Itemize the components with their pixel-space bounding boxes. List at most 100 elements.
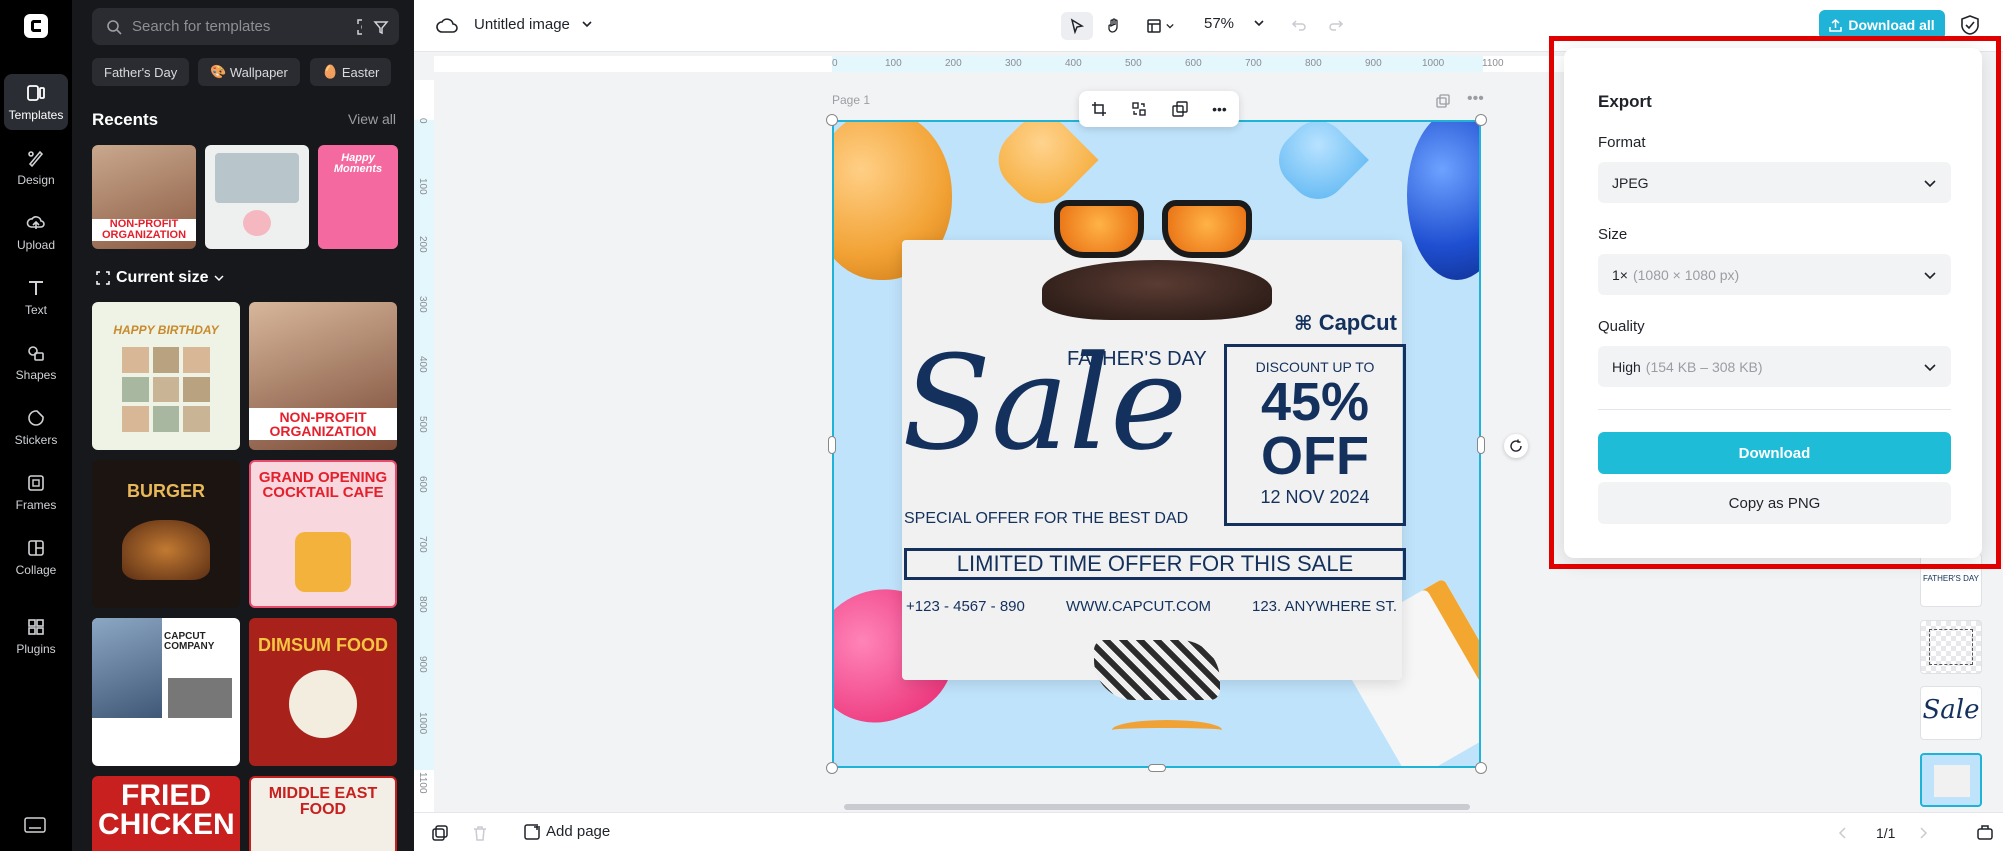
template-card[interactable]: HAPPY BIRTHDAY [92,302,240,450]
rail-frames[interactable]: Frames [4,464,68,520]
upload-icon [26,215,45,229]
trash-icon[interactable] [472,825,488,841]
ruler-tick: 300 [1005,58,1022,69]
download-all-button[interactable]: Download all [1819,10,1945,40]
quality-value: High [1612,358,1641,375]
rail-frames-label: Frames [15,497,57,512]
rail-stickers-label: Stickers [14,432,58,447]
hand-tool[interactable] [1098,12,1130,40]
rail-collage[interactable]: Collage [4,529,68,585]
resize-handle[interactable] [1475,114,1487,126]
current-size-toggle[interactable]: Current size [96,269,224,287]
quality-select[interactable]: High (154 KB – 308 KB) [1598,346,1951,387]
ruler-tick: 800 [417,596,428,613]
rail-design[interactable]: Design [4,139,68,195]
export-divider [1598,409,1951,410]
rail-text[interactable]: Text [4,269,68,325]
resize-handle[interactable] [1477,436,1485,454]
recent-thumb-2[interactable] [205,145,309,249]
ruler-tick: 400 [1065,58,1082,69]
zoom-value: 57% [1204,15,1235,32]
page-counter: 1/1 [1876,825,1896,841]
template-card-title: NON-PROFIT ORGANIZATION [249,408,397,440]
ruler-tick: 1000 [417,712,428,735]
ruler-tick: 600 [1185,58,1202,69]
template-card[interactable]: CAPCUT COMPANY [92,618,240,766]
rail-stickers[interactable]: Stickers [4,399,68,455]
layers-icon[interactable] [1976,824,1994,840]
ruler-tick: 500 [417,416,428,433]
recent-thumb-3-title: Happy Moments [333,152,383,175]
chip-easter-label: Easter [341,64,380,80]
hand-icon [1108,18,1118,33]
resize-handle[interactable] [826,762,838,774]
crop-icon[interactable] [1091,101,1107,117]
size-value: 1× [1612,266,1628,283]
next-page-icon[interactable] [1918,827,1928,839]
chip-fathers-day[interactable]: Father's Day [92,58,190,86]
search-placeholder: Search for templates [132,18,271,35]
resize-handle[interactable] [1475,762,1487,774]
templates-icon [27,84,45,101]
template-card[interactable]: MIDDLE EAST FOOD [249,776,397,851]
duplicate-icon[interactable] [1172,101,1188,117]
recent-thumb-1[interactable]: NON-PROFIT ORGANIZATION [92,145,196,249]
export-title: Export [1598,92,1652,111]
rail-upload[interactable]: Upload [4,204,68,260]
keyboard-icon[interactable] [24,816,46,834]
download-button[interactable]: Download [1598,432,1951,474]
rail-plugins[interactable]: Plugins [4,608,68,664]
document-title[interactable]: Untitled image [474,16,592,33]
recent-thumb-3[interactable]: Happy Moments [318,145,398,249]
copy-as-png-button[interactable]: Copy as PNG [1598,482,1951,524]
add-page-button[interactable]: Add page [524,823,610,840]
template-card[interactable]: DIMSUM FOOD [249,618,397,766]
layer-thumb-selected[interactable] [1920,753,1982,807]
resize-handle[interactable] [1148,764,1166,772]
template-search[interactable]: Search for templates [92,8,386,45]
size-select[interactable]: 1× (1080 × 1080 px) [1598,254,1951,295]
resize-handle[interactable] [828,436,836,454]
redo-icon[interactable] [1328,18,1344,32]
page-more-icon[interactable]: ••• [1467,90,1484,108]
recent-thumb-1-title: NON-PROFIT ORGANIZATION [92,219,196,241]
zoom-level[interactable]: 57% [1204,15,1264,32]
document-title-label: Untitled image [474,16,570,33]
design-icon [28,150,44,167]
chevron-down-icon [582,21,592,28]
template-card-title: GRAND OPENING COCKTAIL CAFE [258,469,388,501]
ruler-tick: 400 [417,356,428,373]
duplicate-page-icon[interactable] [432,825,448,841]
format-value: JPEG [1612,174,1649,191]
prev-page-icon[interactable] [1838,827,1848,839]
filter-button[interactable] [362,8,399,45]
layer-thumb[interactable]: FATHER'S DAY [1920,553,1982,607]
ruler-tick: 600 [417,476,428,493]
undo-icon[interactable] [1291,18,1307,32]
layer-thumb[interactable] [1920,620,1982,674]
layout-tool[interactable] [1140,12,1180,40]
layer-thumb[interactable]: Sale [1920,686,1982,740]
cloud-sync-icon[interactable] [436,16,458,36]
more-options-icon[interactable]: ••• [1212,101,1227,117]
chip-easter[interactable]: 🥚 Easter [310,58,392,86]
format-select[interactable]: JPEG [1598,162,1951,203]
rail-templates[interactable]: Templates [4,74,68,130]
horizontal-scrollbar[interactable] [844,804,1470,810]
duplicate-page-icon[interactable] [1436,94,1450,108]
chip-wallpaper[interactable]: 🎨 Wallpaper [198,58,300,86]
rail-shapes[interactable]: Shapes [4,334,68,390]
replace-icon[interactable] [1131,101,1147,117]
context-toolbar: ••• [1079,91,1239,127]
capcut-logo-icon[interactable] [24,14,48,38]
template-card-title: CAPCUT COMPANY [164,631,215,652]
resize-handle[interactable] [826,114,838,126]
template-card[interactable]: NON-PROFIT ORGANIZATION [249,302,397,450]
shield-icon[interactable] [1960,14,1980,36]
view-all-link[interactable]: View all [348,111,396,127]
template-card[interactable]: FRIED CHICKEN [92,776,240,851]
select-tool[interactable] [1061,12,1093,40]
template-card[interactable]: GRAND OPENING COCKTAIL CAFE [249,460,397,608]
rotate-button[interactable] [1504,434,1528,458]
template-card[interactable]: BURGER [92,460,240,608]
